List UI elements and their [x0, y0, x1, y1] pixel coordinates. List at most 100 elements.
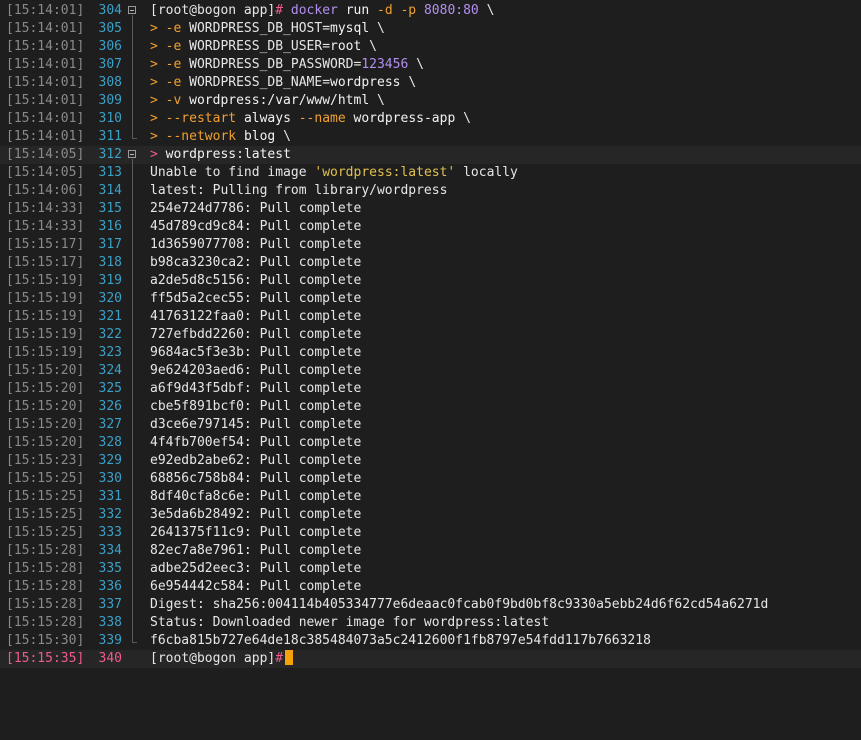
fold-guide	[126, 560, 140, 578]
terminal-output[interactable]: [15:14:01] 304 [root@bogon app]# docker …	[0, 0, 861, 668]
output-text: adbe25d2eec3: Pull complete	[150, 561, 362, 576]
terminal-line: [15:15:20] 326 cbe5f891bcf0: Pull complete	[0, 398, 861, 416]
terminal-line: [15:14:01] 310 > --restart always --name…	[0, 110, 861, 128]
output-text: 68856c758b84: Pull complete	[150, 471, 362, 486]
line-number: 317	[98, 237, 122, 252]
timestamp: [15:15:23]	[6, 453, 85, 468]
output-text: cbe5f891bcf0: Pull complete	[150, 399, 362, 414]
timestamp: [15:15:20]	[6, 363, 85, 378]
fold-guide	[126, 20, 140, 38]
fold-guide	[126, 38, 140, 56]
timestamp: [15:15:20]	[6, 417, 85, 432]
output-text: 8df40cfa8c6e: Pull complete	[150, 489, 362, 504]
fold-guide	[126, 92, 140, 110]
timestamp: [15:15:19]	[6, 273, 85, 288]
terminal-line: [15:15:28] 335 adbe25d2eec3: Pull complete	[0, 560, 861, 578]
timestamp: [15:15:25]	[6, 489, 85, 504]
output-text: 254e724d7786: Pull complete	[150, 201, 362, 216]
line-number: 320	[98, 291, 122, 306]
fold-guide	[126, 506, 140, 524]
fold-guide	[126, 578, 140, 596]
timestamp: [15:15:19]	[6, 291, 85, 306]
line-number: 309	[98, 93, 122, 108]
fold-guide	[126, 236, 140, 254]
line-number: 310	[98, 111, 122, 126]
line-number: 329	[98, 453, 122, 468]
line-number: 339	[98, 633, 122, 648]
command-input[interactable]: [root@bogon app]#	[150, 650, 294, 668]
terminal-line: [15:15:28] 338 Status: Downloaded newer im…	[0, 614, 861, 632]
terminal-line: [15:14:01] 308 > -e WORDPRESS_DB_NAME=wo…	[0, 74, 861, 92]
timestamp: [15:15:30]	[6, 633, 85, 648]
terminal-line: [15:15:25] 332 3e5da6b28492: Pull complete	[0, 506, 861, 524]
terminal-line: [15:15:20] 325 a6f9d43f5dbf: Pull complete	[0, 380, 861, 398]
fold-guide	[126, 380, 140, 398]
line-number: 328	[98, 435, 122, 450]
command-text: > --restart always --name wordpress-app …	[150, 111, 471, 126]
fold-guide	[126, 110, 140, 128]
terminal-line: [15:15:19] 321 41763122faa0: Pull complete	[0, 308, 861, 326]
fold-guide	[126, 470, 140, 488]
timestamp: [15:14:06]	[6, 183, 85, 198]
line-number: 335	[98, 561, 122, 576]
terminal-line: [15:15:25] 330 68856c758b84: Pull complete	[0, 470, 861, 488]
line-number: 336	[98, 579, 122, 594]
output-text: 2641375f11c9: Pull complete	[150, 525, 362, 540]
fold-guide	[126, 434, 140, 452]
line-number: 308	[98, 75, 122, 90]
terminal-line: [15:15:20] 327 d3ce6e797145: Pull complete	[0, 416, 861, 434]
fold-collapse-icon[interactable]	[126, 146, 140, 164]
timestamp: [15:15:19]	[6, 327, 85, 342]
timestamp: [15:15:28]	[6, 561, 85, 576]
timestamp: [15:15:19]	[6, 345, 85, 360]
terminal-line: [15:15:28] 334 82ec7a8e7961: Pull complete	[0, 542, 861, 560]
line-number: 314	[98, 183, 122, 198]
line-number: 318	[98, 255, 122, 270]
timestamp: [15:15:28]	[6, 615, 85, 630]
terminal-line: [15:15:19] 319 a2de5d8c5156: Pull complete	[0, 272, 861, 290]
command-text: > -e WORDPRESS_DB_HOST=mysql \	[150, 21, 385, 36]
line-number: 319	[98, 273, 122, 288]
timestamp: [15:14:01]	[6, 111, 85, 126]
command-text: > -e WORDPRESS_DB_PASSWORD=123456 \	[150, 57, 424, 72]
fold-guide	[126, 452, 140, 470]
timestamp: [15:15:25]	[6, 471, 85, 486]
fold-guide	[126, 524, 140, 542]
prompt-line[interactable]: [15:15:35] 340 [root@bogon app]#	[0, 650, 861, 668]
command-text: [root@bogon app]# docker run -d -p 8080:…	[150, 3, 495, 18]
line-number: 327	[98, 417, 122, 432]
terminal-line: [15:14:33] 315 254e724d7786: Pull complete	[0, 200, 861, 218]
fold-guide	[126, 182, 140, 200]
prompt-hash: #	[275, 3, 284, 18]
fold-guide	[126, 200, 140, 218]
line-number: 312	[98, 147, 122, 162]
fold-guide	[126, 344, 140, 362]
output-text: 41763122faa0: Pull complete	[150, 309, 362, 324]
fold-guide	[126, 218, 140, 236]
terminal-line: [15:14:01] 307 > -e WORDPRESS_DB_PASSWOR…	[0, 56, 861, 74]
terminal-line: [15:15:19] 322 727efbdd2260: Pull complete	[0, 326, 861, 344]
terminal-line: [15:14:05] 313 Unable to find image 'wordp…	[0, 164, 861, 182]
timestamp: [15:15:28]	[6, 579, 85, 594]
fold-guide	[126, 56, 140, 74]
fold-guide	[126, 362, 140, 380]
output-text: f6cba815b727e64de18c385484073a5c2412600f…	[150, 633, 651, 648]
command-text: > --network blog \	[150, 129, 291, 144]
fold-guide	[126, 254, 140, 272]
timestamp: [15:14:05]	[6, 165, 85, 180]
fold-guide	[126, 326, 140, 344]
timestamp: [15:15:25]	[6, 507, 85, 522]
timestamp: [15:15:17]	[6, 255, 85, 270]
timestamp: [15:14:01]	[6, 75, 85, 90]
line-number: 325	[98, 381, 122, 396]
terminal-line: [15:14:01] 304 [root@bogon app]# docker …	[0, 2, 861, 20]
timestamp: [15:15:20]	[6, 381, 85, 396]
fold-collapse-icon[interactable]	[126, 2, 140, 20]
terminal-line: [15:14:05] 312 > wordpress:latest	[0, 146, 861, 164]
text-cursor	[285, 650, 294, 665]
output-text: Unable to find image 'wordpress:latest' …	[150, 165, 518, 180]
terminal-line: [15:15:17] 318 b98ca3230ca2: Pull complete	[0, 254, 861, 272]
timestamp: [15:15:20]	[6, 399, 85, 414]
line-number: 332	[98, 507, 122, 522]
timestamp: [15:14:33]	[6, 219, 85, 234]
